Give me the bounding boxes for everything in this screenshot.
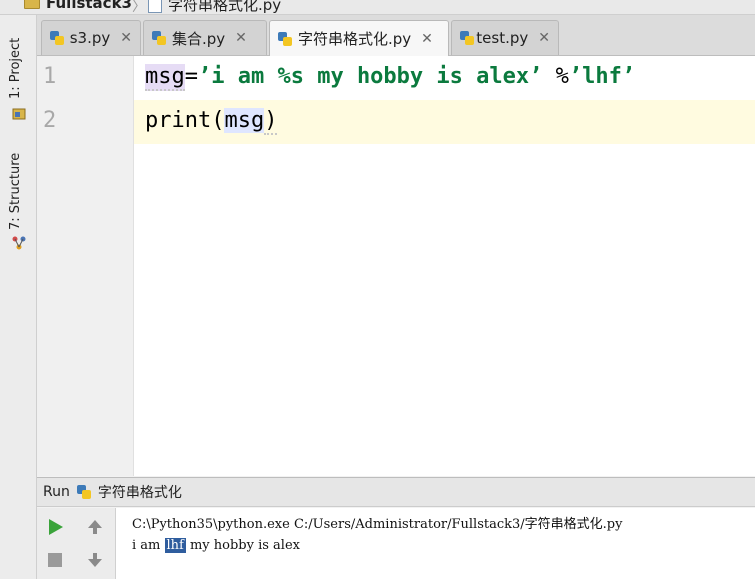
run-console[interactable]: C:\Python35\python.exe C:/Users/Administ… (116, 508, 755, 579)
breadcrumb-file-label: 字符串格式化.py (168, 0, 282, 14)
structure-tool-tab[interactable]: 7: Structure (8, 153, 23, 230)
console-output-post: my hobby is alex (185, 538, 300, 553)
tab-label: 集合.py (172, 29, 226, 48)
run-toolbar (37, 508, 116, 579)
rerun-button[interactable] (44, 516, 66, 538)
run-label: Run (43, 484, 70, 500)
python-file-icon (148, 0, 162, 13)
line-number-gutter: 1 2 (37, 56, 134, 476)
run-config-label[interactable]: 字符串格式化 (98, 482, 182, 502)
breadcrumb-project-label: Fullstack3 (46, 0, 132, 12)
tab-label: s3.py (69, 29, 111, 47)
project-tool-tab-label: 1: Project (8, 37, 23, 99)
close-icon[interactable]: ✕ (421, 31, 433, 47)
code-token-string: ’i am %s my hobby is alex’ (198, 64, 543, 89)
project-tool-icon[interactable] (12, 105, 26, 120)
arrow-up-icon (88, 520, 102, 534)
code-token-paren: ) (264, 108, 278, 135)
breadcrumb-project[interactable]: Fullstack3 (24, 0, 132, 12)
python-run-icon (76, 484, 92, 500)
tab-label: 字符串格式化.py (298, 30, 412, 48)
python-file-icon (460, 31, 475, 45)
code-token-op: % (542, 64, 569, 89)
close-icon[interactable]: ✕ (538, 30, 550, 46)
console-command-line: C:\Python35\python.exe C:/Users/Administ… (132, 517, 623, 532)
code-line-1[interactable]: msg=’i am %s my hobby is alex’ %’lhf’ (145, 64, 636, 91)
editor-tab-bar: s3.py ✕ 集合.py ✕ 字符串格式化.py ✕ test.py ✕ (37, 15, 755, 56)
console-output-line: i am lhf my hobby is alex (132, 538, 300, 553)
structure-tool-tab-label: 7: Structure (8, 152, 23, 230)
code-token-arg: msg (224, 108, 265, 133)
close-icon[interactable]: ✕ (235, 30, 247, 46)
breadcrumb-bar: Fullstack3 〉 字符串格式化.py (0, 0, 755, 15)
left-tool-strip: 1: Project 7: Structure (0, 15, 37, 579)
code-editor[interactable]: 1 2 msg=’i am %s my hobby is alex’ %’lhf… (37, 56, 755, 476)
code-token-eq: = (184, 64, 198, 89)
line-number: 1 (43, 64, 57, 89)
python-file-icon (278, 31, 292, 46)
tab-label: test.py (476, 29, 529, 47)
tab-collection[interactable]: 集合.py ✕ (143, 20, 267, 55)
python-file-icon (152, 31, 166, 45)
code-line-2[interactable]: print(msg) (145, 108, 278, 135)
scroll-up-button[interactable] (84, 516, 106, 538)
stop-button[interactable] (44, 549, 66, 571)
breadcrumb-file[interactable]: 字符串格式化.py (148, 0, 282, 14)
code-token-func: print (145, 108, 212, 133)
close-icon[interactable]: ✕ (120, 30, 132, 46)
project-tool-tab[interactable]: 1: Project (8, 38, 23, 99)
tab-s3[interactable]: s3.py ✕ (41, 20, 141, 55)
code-token-var: msg (145, 64, 185, 91)
console-selected-text: lhf (164, 538, 186, 553)
python-file-icon (50, 31, 64, 45)
tab-string-format[interactable]: 字符串格式化.py ✕ (269, 20, 449, 56)
arrow-down-icon (88, 553, 102, 567)
tab-test[interactable]: test.py ✕ (451, 20, 559, 55)
stop-icon (48, 553, 62, 567)
scroll-down-button[interactable] (84, 549, 106, 571)
folder-icon (24, 0, 40, 9)
structure-tool-icon[interactable] (12, 235, 26, 250)
run-panel-header: Run 字符串格式化 (37, 477, 755, 507)
breadcrumb-separator: 〉 (132, 0, 146, 15)
code-token-string2: ’lhf’ (568, 64, 636, 89)
play-icon (49, 519, 63, 535)
line-number: 2 (43, 108, 57, 133)
console-output-pre: i am (132, 538, 165, 553)
code-token-paren: ( (211, 108, 225, 133)
